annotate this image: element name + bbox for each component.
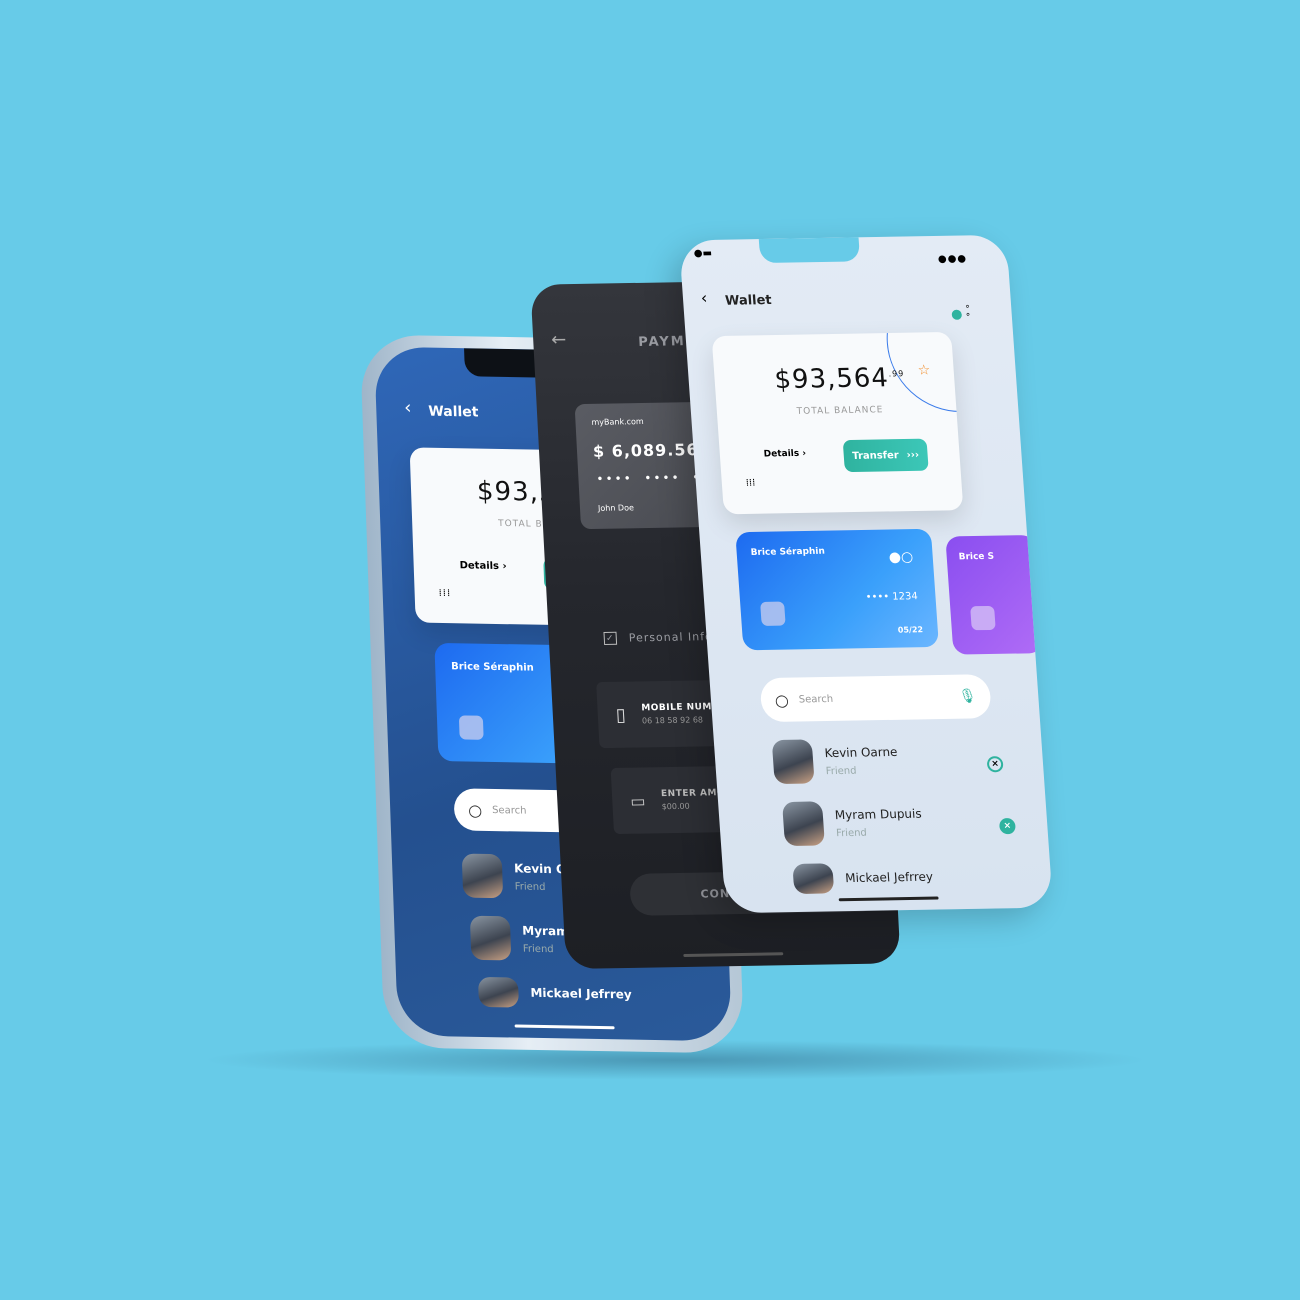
- star-icon[interactable]: ☆: [917, 362, 931, 378]
- status-indicator: [951, 309, 963, 320]
- more-icon[interactable]: ° °: [965, 305, 971, 323]
- contact-item[interactable]: Kevin Oarne Friend: [771, 738, 900, 785]
- transfer-button[interactable]: Transfer ›››: [842, 438, 929, 473]
- search-placeholder: Search: [798, 693, 834, 705]
- contact-item[interactable]: Mickael Jefrrey: [792, 862, 934, 895]
- grid-icon[interactable]: ⁞⁞⁞: [438, 588, 451, 599]
- card-expiry: 05/22: [897, 625, 924, 635]
- status-dots-icon: ●●●: [937, 253, 968, 265]
- details-link[interactable]: Details ›: [763, 449, 806, 460]
- details-label: Details: [763, 448, 800, 460]
- contact-item[interactable]: Myram Dupuis Friend: [782, 800, 924, 847]
- contact-name: Myram Dupuis: [834, 806, 923, 822]
- notch: [758, 237, 861, 264]
- bank-card-secondary[interactable]: Brice S: [945, 534, 1044, 655]
- contact-role: Friend: [825, 765, 857, 777]
- balance-amount: $93,564.99: [774, 363, 906, 395]
- search-placeholder: Search: [491, 804, 527, 817]
- avatar: [782, 801, 825, 847]
- phone-wallet-light: ●▬ ●●● ‹ Wallet ° ° $93,564.99 TOTAL BALA…: [678, 234, 1054, 914]
- balance-card: $93,564.99 TOTAL BALANCE ☆ Details › Tra…: [711, 331, 964, 515]
- page-title: Wallet: [724, 292, 773, 309]
- card-holder: Brice Séraphin: [750, 546, 826, 558]
- bank-name: myBank.com: [591, 416, 644, 427]
- bank-card[interactable]: Brice Séraphin ●○ •••• 1234 05/22: [735, 528, 939, 651]
- home-indicator: [682, 952, 783, 958]
- back-icon[interactable]: ‹: [700, 288, 708, 307]
- mobile-phone-icon: ▯: [615, 704, 627, 726]
- contact-name: Mickael Jefrrey: [844, 869, 934, 886]
- avatar: [469, 915, 512, 961]
- details-label: Details: [459, 560, 500, 572]
- back-icon[interactable]: ‹: [404, 397, 412, 418]
- card-holder: John Doe: [597, 503, 635, 513]
- checkbox-checked-icon: ✓: [603, 631, 618, 645]
- page-title: Wallet: [428, 403, 479, 421]
- chevrons-icon: ›››: [906, 449, 920, 461]
- remove-contact-button[interactable]: ×: [986, 756, 1004, 773]
- contact-name: Mickael Jefrrey: [530, 985, 632, 1002]
- card-holder: Brice S: [958, 551, 995, 563]
- contact-role: Friend: [835, 827, 868, 839]
- search-input[interactable]: ○ Search 🎙: [759, 674, 992, 723]
- balance-main: $93,564: [773, 363, 890, 396]
- home-indicator: [838, 896, 939, 902]
- balance-cents: .99: [888, 369, 905, 379]
- grid-icon[interactable]: ⁞⁞⁞: [745, 478, 755, 489]
- card-number: •••• 1234: [865, 591, 919, 604]
- balance-label: TOTAL BALANCE: [796, 405, 884, 417]
- details-link[interactable]: Details ›: [459, 560, 506, 572]
- remove-contact-button[interactable]: ×: [998, 817, 1016, 835]
- avatar: [792, 863, 835, 895]
- transfer-label: Transfer: [851, 449, 900, 462]
- card-balance: $ 6,089.56: [592, 440, 700, 461]
- home-indicator: [514, 1024, 615, 1030]
- mastercard-icon: ●○: [888, 549, 914, 566]
- avatar: [771, 739, 815, 785]
- card-holder: Brice Séraphin: [450, 661, 534, 674]
- contact-item[interactable]: Mickael Jefrrey: [477, 976, 632, 1010]
- chip-icon: [458, 715, 484, 740]
- search-icon: ○: [467, 800, 483, 820]
- microphone-icon[interactable]: 🎙: [958, 688, 977, 704]
- contact-name: Kevin Oarne: [824, 744, 898, 760]
- avatar: [477, 976, 519, 1008]
- back-arrow-icon[interactable]: ←: [551, 329, 567, 350]
- chip-icon: [970, 605, 996, 631]
- chip-icon: [760, 601, 786, 626]
- avatar: [461, 853, 504, 899]
- wallet-icon: ▭: [629, 790, 646, 811]
- camera-icon: ●▬: [693, 247, 713, 260]
- search-icon: ○: [774, 690, 790, 710]
